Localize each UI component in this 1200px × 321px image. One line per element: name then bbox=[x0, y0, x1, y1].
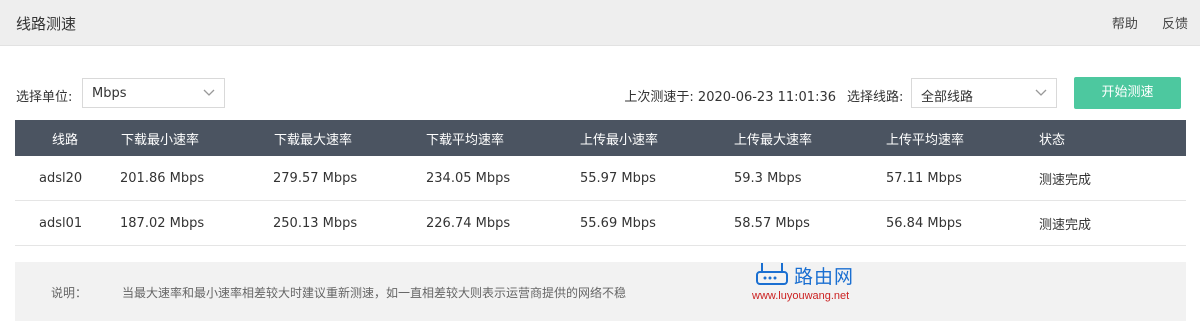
unit-select-value: Mbps bbox=[92, 86, 127, 101]
note-label: 说明： bbox=[51, 286, 88, 300]
line-select[interactable]: 全部线路 bbox=[911, 78, 1057, 108]
column-header: 下载平均速率 bbox=[426, 132, 505, 148]
feedback-link[interactable]: 反馈 bbox=[1162, 17, 1188, 32]
watermark-logo: 路由网 www.luyouwang.net bbox=[752, 258, 892, 314]
last-test-label: 上次测速于: bbox=[624, 90, 694, 105]
table-header: 线路 下载最小速率 下载最大速率 下载平均速率 上传最小速率 上传最大速率 上传… bbox=[15, 120, 1186, 156]
cell-ul-min: 55.97 Mbps bbox=[580, 170, 656, 186]
note-box: 说明： 当最大速率和最小速率相差较大时建议重新测速，如一直相差较大则表示运营商提… bbox=[15, 262, 1186, 321]
column-header: 上传最大速率 bbox=[734, 132, 813, 148]
last-test-time: 2020-06-23 11:01:36 bbox=[697, 90, 836, 105]
column-header: 下载最小速率 bbox=[121, 132, 200, 148]
cell-ul-max: 58.57 Mbps bbox=[734, 215, 810, 231]
cell-dl-avg: 226.74 Mbps bbox=[426, 215, 511, 231]
router-icon bbox=[756, 263, 788, 285]
cell-dl-min: 201.86 Mbps bbox=[120, 170, 205, 186]
column-header: 线路 bbox=[52, 132, 79, 148]
cell-status: 测速完成 bbox=[1039, 172, 1092, 188]
watermark-url: www.luyouwang.net bbox=[752, 290, 850, 302]
top-bar: 线路测速 帮助 反馈 bbox=[0, 0, 1200, 46]
last-test-info: 上次测速于: 2020-06-23 11:01:36 bbox=[624, 86, 836, 105]
line-select-value: 全部线路 bbox=[921, 90, 974, 105]
cell-dl-min: 187.02 Mbps bbox=[120, 215, 205, 231]
watermark-name: 路由网 bbox=[794, 266, 855, 288]
controls-bar: 选择单位: Mbps 上次测速于: 2020-06-23 11:01:36 选择… bbox=[0, 77, 1200, 109]
chevron-down-icon bbox=[1035, 89, 1047, 96]
start-test-button[interactable]: 开始测速 bbox=[1074, 77, 1181, 109]
cell-ul-min: 55.69 Mbps bbox=[580, 215, 656, 231]
column-header: 上传平均速率 bbox=[886, 132, 965, 148]
page-title: 线路测速 bbox=[16, 15, 77, 33]
speed-table: 线路 下载最小速率 下载最大速率 下载平均速率 上传最小速率 上传最大速率 上传… bbox=[15, 120, 1186, 246]
top-links: 帮助 反馈 bbox=[1092, 13, 1188, 32]
column-header: 下载最大速率 bbox=[274, 132, 353, 148]
cell-ul-max: 59.3 Mbps bbox=[734, 170, 802, 186]
cell-dl-avg: 234.05 Mbps bbox=[426, 170, 511, 186]
unit-label: 选择单位: bbox=[16, 90, 73, 105]
cell-ul-avg: 57.11 Mbps bbox=[886, 170, 962, 186]
cell-dl-max: 279.57 Mbps bbox=[273, 170, 358, 186]
cell-dl-max: 250.13 Mbps bbox=[273, 215, 358, 231]
cell-line: adsl01 bbox=[39, 215, 83, 231]
help-link[interactable]: 帮助 bbox=[1112, 17, 1138, 32]
cell-status: 测速完成 bbox=[1039, 217, 1092, 233]
note-text: 当最大速率和最小速率相差较大时建议重新测速，如一直相差较大则表示运营商提供的网络… bbox=[122, 286, 627, 300]
column-header: 上传最小速率 bbox=[580, 132, 659, 148]
table-row: adsl01 187.02 Mbps 250.13 Mbps 226.74 Mb… bbox=[15, 201, 1186, 246]
column-header: 状态 bbox=[1039, 132, 1066, 148]
line-label: 选择线路: bbox=[847, 90, 904, 105]
cell-ul-avg: 56.84 Mbps bbox=[886, 215, 962, 231]
table-row: adsl20 201.86 Mbps 279.57 Mbps 234.05 Mb… bbox=[15, 156, 1186, 201]
chevron-down-icon bbox=[203, 89, 215, 96]
unit-select[interactable]: Mbps bbox=[82, 78, 225, 108]
cell-line: adsl20 bbox=[39, 170, 83, 186]
